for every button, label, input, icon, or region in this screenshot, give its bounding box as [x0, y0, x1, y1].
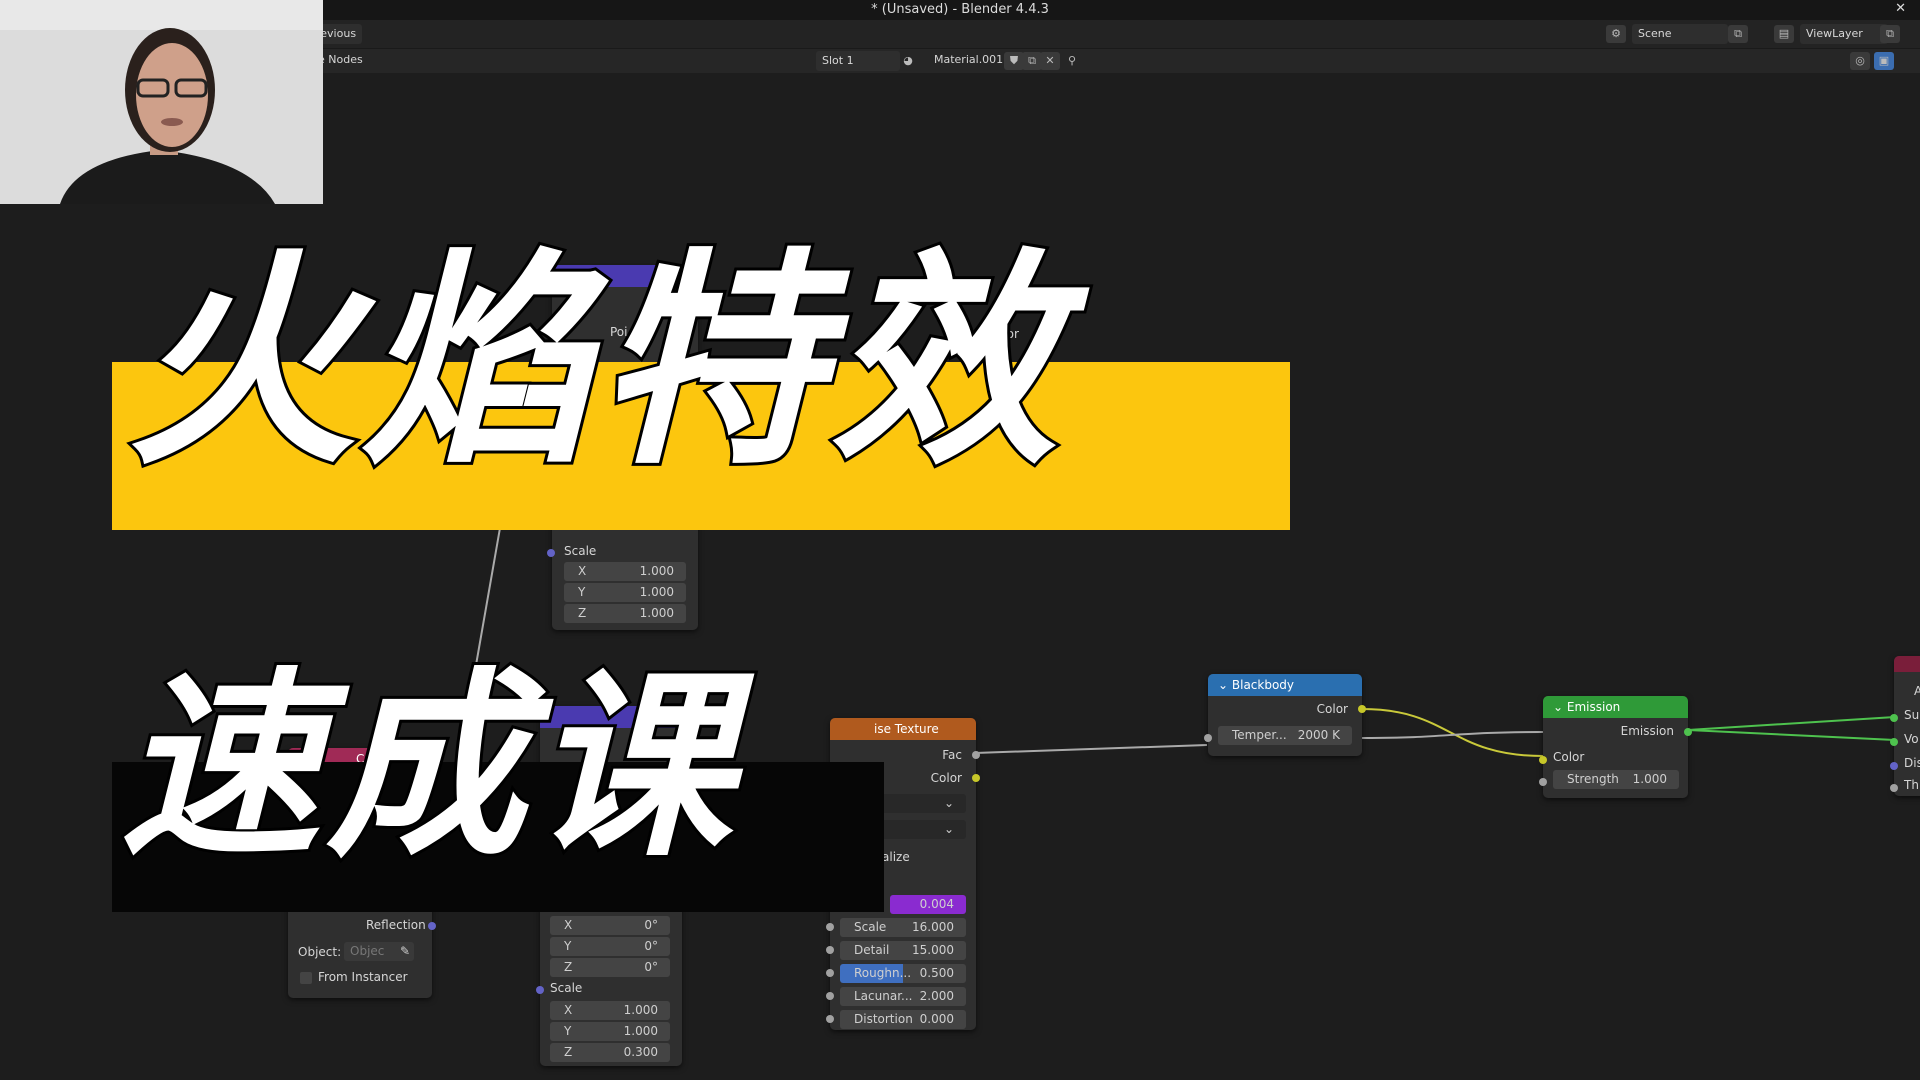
chevron-down-icon: ⌄ [943, 822, 954, 836]
scale-y-field[interactable]: Y 1.000 [564, 583, 686, 602]
lower-scale-z-field[interactable]: Z 0.300 [550, 1043, 670, 1062]
emission-node[interactable]: ⌄ Emission Emission Color Strength 1.000 [1539, 696, 1692, 798]
blackbody-header[interactable]: ⌄ Blackbody [1208, 674, 1362, 696]
fac-socket[interactable] [972, 751, 980, 759]
noise-type-dropdown[interactable]: ⌄ [870, 820, 966, 839]
strength-field[interactable]: Strength 1.000 [1553, 770, 1679, 789]
emission-out-socket[interactable] [1684, 728, 1692, 736]
from-instancer-checkbox[interactable] [300, 972, 312, 984]
fac-label: Fac [942, 748, 962, 762]
lacunarity-field[interactable]: Lacunar... 2.000 [840, 987, 966, 1006]
normalize-label: alize [882, 850, 910, 864]
distortion-field[interactable]: Distortion 0.000 [840, 1010, 966, 1029]
dimensions-dropdown[interactable]: ⌄ [870, 794, 966, 813]
collapse-chevron-icon[interactable]: ⌄ [1218, 678, 1232, 692]
surface-socket[interactable] [1890, 714, 1898, 722]
from-instancer-label: From Instancer [318, 970, 408, 984]
material-output-node[interactable]: A Su Vo Dis Th [1890, 656, 1920, 796]
emission-color-socket[interactable] [1539, 756, 1547, 764]
title-line-2: 速成课 [117, 651, 739, 884]
roughness-field[interactable]: Roughn... 0.500 [840, 964, 966, 983]
w-field[interactable]: 0.004 [890, 895, 966, 914]
scale-socket[interactable] [547, 549, 555, 557]
emission-color-label: Color [1553, 750, 1585, 764]
temperature-field[interactable]: Temper... 2000 K [1218, 726, 1352, 745]
volume-label: Vo [1904, 732, 1919, 746]
rotation-z-field[interactable]: Z 0° [550, 958, 670, 977]
lower-scale-socket[interactable] [536, 986, 544, 994]
object-field[interactable]: Objec ✎ [344, 942, 414, 961]
reflection-label: Reflection [366, 918, 426, 932]
output-header[interactable] [1894, 656, 1920, 672]
blackbody-color-label: Color [1316, 702, 1348, 716]
rotation-x-field[interactable]: X 0° [550, 916, 670, 935]
reflection-socket[interactable] [428, 922, 436, 930]
output-partial-letter: A [1914, 684, 1920, 698]
detail-socket[interactable] [826, 946, 834, 954]
strength-socket[interactable] [1539, 778, 1547, 786]
rotation-y-field[interactable]: Y 0° [550, 937, 670, 956]
emission-out-label: Emission [1620, 724, 1674, 738]
surface-label: Su [1904, 708, 1920, 722]
distortion-socket[interactable] [826, 1015, 834, 1023]
title-line-1: 火焰特效 [125, 229, 1064, 495]
chevron-down-icon: ⌄ [943, 796, 954, 810]
scale-x-field[interactable]: X 1.000 [564, 562, 686, 581]
collapse-chevron-icon[interactable]: ⌄ [1553, 700, 1567, 714]
temperature-socket[interactable] [1204, 734, 1212, 742]
thickness-socket[interactable] [1890, 784, 1898, 792]
displacement-socket[interactable] [1890, 762, 1898, 770]
thickness-label: Th [1904, 778, 1919, 792]
webcam-overlay [0, 0, 323, 204]
noise-scale-field[interactable]: Scale 16.000 [840, 918, 966, 937]
scale-input-socket[interactable] [826, 923, 834, 931]
eyedropper-icon[interactable]: ✎ [400, 942, 410, 961]
displacement-label: Dis [1904, 756, 1920, 770]
noise-color-socket[interactable] [972, 774, 980, 782]
noise-color-label: Color [930, 771, 962, 785]
roughness-socket[interactable] [826, 969, 834, 977]
noise-texture-header[interactable]: ise Texture [830, 718, 976, 740]
presenter-video [0, 0, 323, 204]
object-label: Object: [298, 945, 342, 959]
emission-header[interactable]: ⌄ Emission [1543, 696, 1688, 718]
detail-field[interactable]: Detail 15.000 [840, 941, 966, 960]
volume-socket[interactable] [1890, 738, 1898, 746]
blackbody-color-socket[interactable] [1358, 705, 1366, 713]
lacunarity-socket[interactable] [826, 992, 834, 1000]
blackbody-node[interactable]: ⌄ Blackbody Color Temper... 2000 K [1204, 674, 1366, 756]
lower-scale-label: Scale [550, 981, 583, 995]
lower-scale-x-field[interactable]: X 1.000 [550, 1001, 670, 1020]
scale-label: Scale [564, 544, 597, 558]
lower-scale-y-field[interactable]: Y 1.000 [550, 1022, 670, 1041]
scale-z-field[interactable]: Z 1.000 [564, 604, 686, 623]
